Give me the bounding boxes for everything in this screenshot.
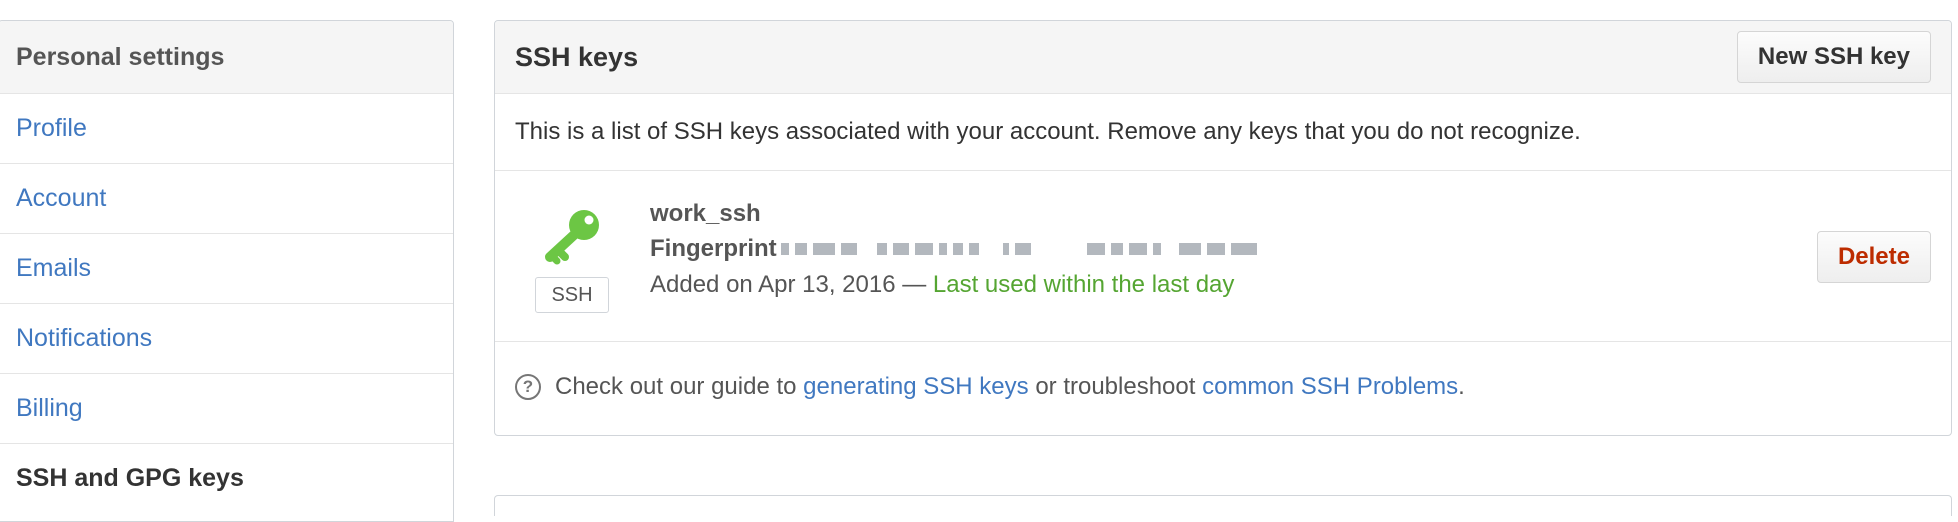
key-type-badge: SSH <box>535 277 609 313</box>
sidebar-item-profile[interactable]: Profile <box>0 94 453 164</box>
ssh-keys-panel: SSH keys New SSH key This is a list of S… <box>494 20 1952 436</box>
sidebar-item-billing[interactable]: Billing <box>0 374 453 444</box>
help-footer: ? Check out our guide to generating SSH … <box>495 342 1951 432</box>
new-ssh-key-button[interactable]: New SSH key <box>1736 31 1931 83</box>
footer-middle: or troubleshoot <box>1035 373 1196 400</box>
key-info: work_ssh Fingerprint Added on Apr 13, 20… <box>650 197 1263 303</box>
ssh-key-row: SSH work_ssh Fingerprint Added on Apr 13… <box>495 171 1951 342</box>
sidebar-header: Personal settings <box>0 21 453 94</box>
footer-prefix: Check out our guide to <box>555 373 797 400</box>
key-fingerprint: Fingerprint <box>650 231 1263 267</box>
page-title: SSH keys <box>515 41 639 72</box>
delete-key-button[interactable]: Delete <box>1816 231 1931 283</box>
key-icon <box>535 205 611 270</box>
sidebar-item-emails[interactable]: Emails <box>0 234 453 304</box>
footer-suffix: . <box>1458 373 1465 400</box>
key-title: work_ssh <box>650 200 761 227</box>
generating-ssh-keys-link[interactable]: generating SSH keys <box>803 373 1028 401</box>
fingerprint-redacted <box>780 243 1263 255</box>
sidebar-item-account[interactable]: Account <box>0 164 453 234</box>
common-ssh-problems-link[interactable]: common SSH Problems <box>1202 373 1458 401</box>
key-last-used: Last used within the last day <box>932 271 1235 298</box>
key-added-info: Added on Apr 13, 2016 — Last used within… <box>650 267 1263 303</box>
settings-sidebar: Personal settings Profile Account Emails… <box>0 20 454 522</box>
sidebar-item-notifications[interactable]: Notifications <box>0 304 453 374</box>
next-panel-edge <box>494 495 1952 516</box>
sidebar-item-ssh-gpg-keys[interactable]: SSH and GPG keys <box>0 444 453 513</box>
question-icon: ? <box>515 374 541 400</box>
ssh-keys-intro: This is a list of SSH keys associated wi… <box>495 94 1951 171</box>
panel-header: SSH keys New SSH key <box>495 21 1951 94</box>
key-added-date: Added on Apr 13, 2016 — <box>650 271 927 298</box>
fingerprint-label: Fingerprint <box>650 235 777 262</box>
